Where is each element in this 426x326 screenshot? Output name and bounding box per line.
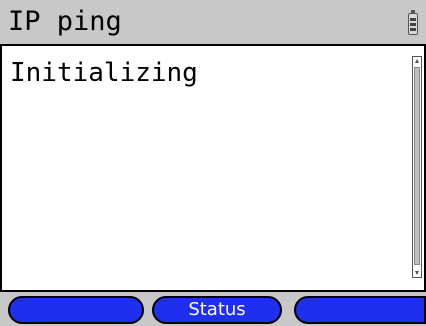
page-title: IP ping bbox=[8, 6, 122, 37]
status-message: Initializing bbox=[10, 58, 198, 88]
battery-icon bbox=[408, 10, 418, 35]
softkey-right-button[interactable] bbox=[294, 296, 426, 324]
output-panel: Initializing bbox=[0, 46, 426, 290]
scroll-down-icon[interactable] bbox=[415, 271, 419, 275]
title-bar: IP ping bbox=[0, 0, 426, 46]
device-screen: IP ping Initializing Status bbox=[0, 0, 426, 326]
battery-cell bbox=[410, 18, 416, 21]
status-button[interactable]: Status bbox=[152, 296, 282, 324]
battery-cell bbox=[410, 28, 416, 31]
vertical-scrollbar[interactable] bbox=[412, 56, 422, 278]
scroll-up-icon[interactable] bbox=[415, 59, 419, 63]
softkey-left-button[interactable] bbox=[8, 296, 144, 324]
softkey-bar: Status bbox=[0, 290, 426, 326]
scroll-thumb[interactable] bbox=[414, 67, 420, 265]
battery-cell bbox=[410, 23, 416, 26]
